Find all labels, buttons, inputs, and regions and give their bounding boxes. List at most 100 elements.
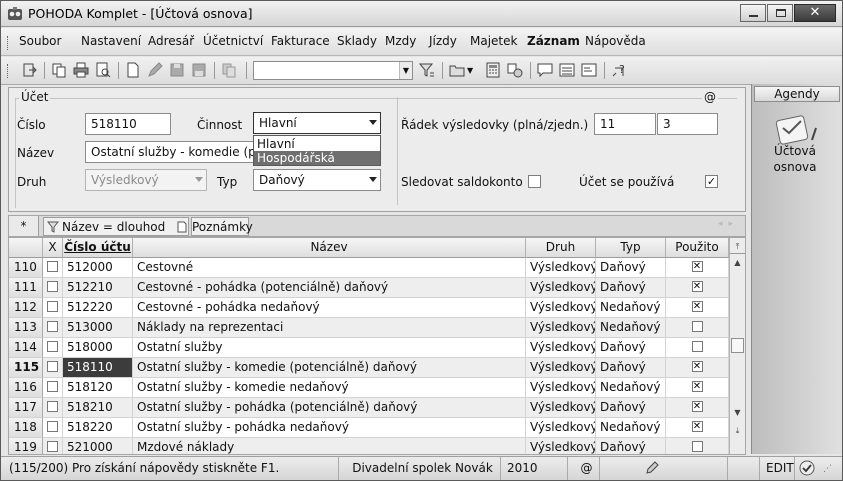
row-number[interactable]: 110 xyxy=(9,258,43,278)
menu-jizdy[interactable]: Jízdy xyxy=(429,34,457,48)
checkbox[interactable] xyxy=(47,441,58,452)
vertical-scrollbar[interactable]: ⤒ ▲ ▼ ⤓ xyxy=(729,238,745,454)
cell-pouzito[interactable]: ✕ xyxy=(666,298,729,318)
exit-icon[interactable] xyxy=(21,62,37,78)
row-number[interactable]: 115 xyxy=(9,358,43,378)
table-row[interactable]: 117 518210 Ostatní služby - pohádka (poten… xyxy=(9,398,729,418)
typ-select[interactable]: Daňový xyxy=(253,169,381,191)
at-icon[interactable]: @ xyxy=(702,90,718,104)
cell-pouzito[interactable] xyxy=(666,318,729,338)
scroll-thumb[interactable] xyxy=(731,338,744,353)
accounting-link-icon[interactable] xyxy=(507,62,523,78)
header-pouzito[interactable]: Použito xyxy=(666,238,729,258)
agenda-item-line1[interactable]: Účtová xyxy=(752,144,838,158)
folder-icon[interactable] xyxy=(449,62,465,78)
menu-majetek[interactable]: Majetek xyxy=(470,34,517,48)
row-select-checkbox[interactable] xyxy=(43,338,63,358)
header-typ[interactable]: Typ xyxy=(596,238,666,258)
checkbox[interactable] xyxy=(47,381,58,392)
row-select-checkbox[interactable] xyxy=(43,278,63,298)
resize-grip-icon[interactable]: ⋰ xyxy=(823,464,832,474)
row-number[interactable]: 113 xyxy=(9,318,43,338)
row-select-checkbox[interactable] xyxy=(43,298,63,318)
row-number[interactable]: 111 xyxy=(9,278,43,298)
status-year[interactable]: 2010 xyxy=(501,457,568,480)
row-number[interactable]: 119 xyxy=(9,438,43,454)
row-select-checkbox[interactable] xyxy=(43,318,63,338)
quick-filter-combo[interactable]: ▼ xyxy=(253,61,413,80)
print-icon[interactable] xyxy=(73,62,89,78)
used-checkbox[interactable] xyxy=(691,321,703,332)
scroll-bottom-icon[interactable]: ⤓ xyxy=(730,424,745,438)
agenda-item-line2[interactable]: osnova xyxy=(752,160,838,174)
scroll-up-icon[interactable]: ▲ xyxy=(730,256,745,270)
table-row[interactable]: 113 513000 Náklady na reprezentaci Výsledko… xyxy=(9,318,729,338)
save-all-icon[interactable] xyxy=(191,62,207,78)
cell-pouzito[interactable]: ✕ xyxy=(666,418,729,438)
used-checkbox[interactable] xyxy=(691,341,703,352)
header-nazev[interactable]: Název xyxy=(133,238,526,258)
radek-zjedn-field[interactable]: 3 xyxy=(657,113,718,135)
menu-fakturace[interactable]: Fakturace xyxy=(271,34,330,48)
cell-pouzito[interactable]: ✕ xyxy=(666,378,729,398)
cell-pouzito[interactable] xyxy=(666,338,729,358)
radek-plna-field[interactable]: 11 xyxy=(594,113,656,135)
cell-pouzito[interactable]: ✕ xyxy=(666,358,729,378)
menu-mzdy[interactable]: Mzdy xyxy=(385,34,416,48)
toolbar-grip[interactable] xyxy=(7,64,10,78)
row-select-checkbox[interactable] xyxy=(43,418,63,438)
used-checkbox[interactable]: ✕ xyxy=(691,301,703,312)
saldokonto-checkbox[interactable] xyxy=(528,175,541,188)
form-view-icon[interactable] xyxy=(581,62,597,78)
cislo-field[interactable]: 518110 xyxy=(85,113,171,135)
help-icon[interactable]: ? xyxy=(611,62,627,78)
calculator-icon[interactable] xyxy=(485,62,501,78)
checkbox[interactable] xyxy=(47,281,58,292)
edit-record-icon[interactable] xyxy=(147,62,163,78)
pohoda-app-icon[interactable] xyxy=(7,6,23,22)
used-checkbox[interactable] xyxy=(691,441,703,452)
used-checkbox[interactable]: ✕ xyxy=(691,401,703,412)
row-select-checkbox[interactable] xyxy=(43,438,63,454)
cell-pouzito[interactable] xyxy=(666,438,729,454)
menu-nastaveni[interactable]: Nastavení xyxy=(81,34,141,48)
checkbox[interactable] xyxy=(47,321,58,332)
used-checkbox[interactable]: ✕ xyxy=(691,381,703,392)
status-at[interactable]: @ xyxy=(568,457,600,480)
menu-sklady[interactable]: Sklady xyxy=(337,34,377,48)
copy-icon[interactable] xyxy=(51,62,67,78)
maximize-button[interactable] xyxy=(767,4,793,22)
table-row[interactable]: 119 521000 Mzdové náklady Výsledkový Daňový xyxy=(9,438,729,454)
print-preview-icon[interactable] xyxy=(95,62,111,78)
row-number[interactable]: 117 xyxy=(9,398,43,418)
used-checkbox[interactable]: ✕ xyxy=(691,281,703,292)
table-row[interactable]: 111 512210 Cestovné - pohádka (potenciálně… xyxy=(9,278,729,298)
table-row[interactable]: 112 512220 Cestovné - pohádka nedaňový Výsl… xyxy=(9,298,729,318)
tab-filter[interactable]: Název = dlouhod xyxy=(43,217,189,236)
table-row[interactable]: 116 518120 Ostatní služby - komedie nedaňo… xyxy=(9,378,729,398)
header-x[interactable]: X xyxy=(43,238,63,258)
minimize-button[interactable] xyxy=(740,4,766,22)
scroll-top-icon[interactable]: ⤒ xyxy=(730,240,745,254)
table-row[interactable]: 110 512000 Cestovné Výsledkový Daňový ✕ xyxy=(9,258,729,278)
filter-icon[interactable] xyxy=(419,62,435,78)
checkbox[interactable] xyxy=(47,341,58,352)
tab-notes[interactable]: Poznámky xyxy=(177,217,253,236)
save-icon[interactable] xyxy=(169,62,185,78)
pouziva-checkbox[interactable]: ✓ xyxy=(705,175,718,188)
scroll-down-icon[interactable]: ▼ xyxy=(730,406,745,420)
row-select-checkbox[interactable] xyxy=(43,378,63,398)
used-checkbox[interactable]: ✕ xyxy=(691,421,703,432)
new-record-icon[interactable] xyxy=(125,62,141,78)
cell-pouzito[interactable]: ✕ xyxy=(666,398,729,418)
checkbox[interactable] xyxy=(47,361,58,372)
table-row[interactable]: 115 518110 Ostatní služby - komedie (poten… xyxy=(9,358,729,378)
menu-ucetnictvi[interactable]: Účetnictví xyxy=(203,34,263,48)
cell-pouzito[interactable]: ✕ xyxy=(666,278,729,298)
combo-arrow-icon[interactable]: ▼ xyxy=(399,62,412,79)
cinnost-option-hlavni[interactable]: Hlavní xyxy=(254,137,380,151)
menu-adresar[interactable]: Adresář xyxy=(148,34,194,48)
checkbox[interactable] xyxy=(47,421,58,432)
menu-napoveda[interactable]: Nápověda xyxy=(585,34,646,48)
menu-soubor[interactable]: Soubor xyxy=(19,34,61,48)
